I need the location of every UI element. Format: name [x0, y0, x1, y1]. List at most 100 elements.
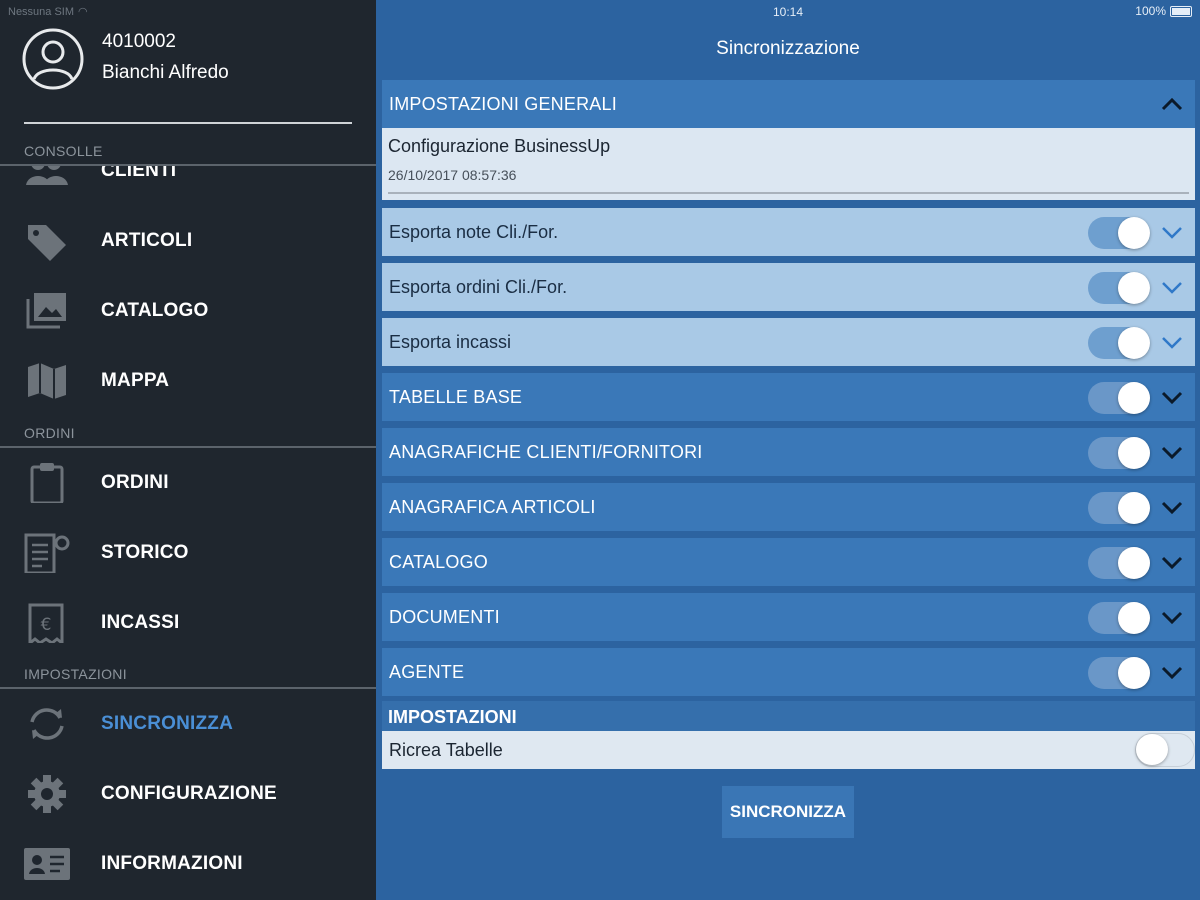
sidebar-item-sincronizza[interactable]: SINCRONIZZA	[0, 689, 376, 759]
toggle-knob	[1118, 602, 1150, 634]
section-label-ordini: ORDINI	[24, 425, 75, 441]
agente-row[interactable]: AGENTE	[382, 648, 1195, 696]
anagrafiche-clienti-row[interactable]: ANAGRAFICHE CLIENTI/FORNITORI	[382, 428, 1195, 476]
toggle-knob	[1118, 217, 1150, 249]
clipboard-icon	[30, 463, 64, 503]
profile-id: 4010002	[102, 31, 176, 52]
chevron-down-icon[interactable]	[1160, 277, 1184, 297]
page-title: Sincronizzazione	[716, 38, 860, 59]
map-icon	[28, 363, 66, 399]
sidebar-item-label: INCASSI	[101, 612, 180, 633]
row-label: Esporta note Cli./For.	[389, 222, 559, 242]
toggle-knob	[1118, 272, 1150, 304]
row-label: DOCUMENTI	[389, 607, 500, 627]
documenti-toggle[interactable]	[1088, 602, 1150, 634]
sidebar-item-mappa[interactable]: MAPPA	[0, 346, 376, 416]
consolle-menu: CLIENTI ARTICOLI CATALOGO MAPPA	[0, 166, 376, 428]
row-label: Esporta ordini Cli./For.	[389, 277, 568, 297]
sidebar-item-label: ARTICOLI	[101, 230, 193, 251]
row-label: Esporta incassi	[389, 332, 512, 352]
svg-text:€: €	[41, 615, 52, 635]
ricrea-tabelle-toggle[interactable]	[1135, 733, 1195, 767]
esporta-ordini-row[interactable]: Esporta ordini Cli./For.	[382, 263, 1195, 311]
tabelle-base-toggle[interactable]	[1088, 382, 1150, 414]
section-label: IMPOSTAZIONI GENERALI	[389, 94, 617, 114]
chevron-down-icon[interactable]	[1160, 497, 1184, 517]
esporta-note-toggle[interactable]	[1088, 217, 1150, 249]
sidebar: Nessuna SIM ◠ 4010002 Bianchi Alfredo CON…	[0, 0, 376, 900]
battery-icon	[1170, 5, 1192, 17]
profile-name: Bianchi Alfredo	[102, 62, 229, 83]
avatar[interactable]	[22, 28, 84, 90]
chevron-down-icon[interactable]	[1160, 387, 1184, 407]
anagrafiche-clienti-toggle[interactable]	[1088, 437, 1150, 469]
esporta-incassi-row[interactable]: Esporta incassi	[382, 318, 1195, 366]
toggle-knob	[1118, 437, 1150, 469]
esporta-incassi-toggle[interactable]	[1088, 327, 1150, 359]
id-card-icon	[24, 848, 70, 880]
tag-icon	[28, 225, 66, 261]
chevron-down-icon[interactable]	[1160, 607, 1184, 627]
sidebar-item-catalogo[interactable]: CATALOGO	[0, 276, 376, 346]
chevron-down-icon[interactable]	[1160, 552, 1184, 572]
sidebar-item-label: SINCRONIZZA	[101, 713, 234, 734]
chevron-down-icon[interactable]	[1160, 222, 1184, 242]
row-label: AGENTE	[389, 662, 465, 682]
toggle-knob	[1118, 327, 1150, 359]
row-label: ANAGRAFICA ARTICOLI	[389, 497, 596, 517]
agente-toggle[interactable]	[1088, 657, 1150, 689]
sidebar-item-label: INFORMAZIONI	[101, 853, 243, 874]
ricrea-tabelle-row[interactable]: Ricrea Tabelle	[382, 731, 1195, 769]
impostazioni-label: IMPOSTAZIONI	[388, 707, 517, 727]
sidebar-item-label: STORICO	[101, 542, 189, 563]
sidebar-item-storico[interactable]: STORICO	[0, 518, 376, 588]
row-label: TABELLE BASE	[389, 387, 523, 407]
row-label: ANAGRAFICHE CLIENTI/FORNITORI	[389, 442, 703, 462]
sidebar-item-label: CLIENTI	[101, 166, 177, 181]
configuration-date: 26/10/2017 08:57:36	[388, 167, 517, 183]
configuration-title: Configurazione BusinessUp	[388, 136, 611, 156]
chevron-down-icon[interactable]	[1160, 662, 1184, 682]
section-label-impostazioni: IMPOSTAZIONI	[24, 666, 127, 682]
row-label: Ricrea Tabelle	[389, 740, 503, 760]
main-panel: 10:14 100% Sincronizzazione IMPOSTAZIONI…	[376, 0, 1200, 900]
chevron-down-icon[interactable]	[1160, 442, 1184, 462]
documenti-row[interactable]: DOCUMENTI	[382, 593, 1195, 641]
general-settings-header[interactable]: IMPOSTAZIONI GENERALI	[382, 80, 1195, 128]
row-label: CATALOGO	[389, 552, 488, 572]
catalogo-row[interactable]: CATALOGO	[382, 538, 1195, 586]
anagrafica-articoli-toggle[interactable]	[1088, 492, 1150, 524]
sidebar-item-incassi[interactable]: € INCASSI	[0, 588, 376, 658]
toggle-knob	[1118, 382, 1150, 414]
status-time: 10:14	[772, 5, 804, 19]
toggle-knob	[1118, 492, 1150, 524]
configuration-card: Configurazione BusinessUp 26/10/2017 08:…	[382, 128, 1195, 200]
chevron-up-icon[interactable]	[1160, 94, 1184, 114]
section-label-consolle: CONSOLLE	[24, 143, 103, 159]
sincronizza-button[interactable]: SINCRONIZZA	[722, 786, 854, 838]
status-battery: 100%	[1135, 4, 1192, 18]
sidebar-item-configurazione[interactable]: CONFIGURAZIONE	[0, 759, 376, 829]
sidebar-item-label: ORDINI	[101, 472, 169, 493]
toggle-knob	[1118, 657, 1150, 689]
receipt-euro-icon: €	[28, 603, 64, 643]
toggle-knob	[1136, 734, 1168, 765]
toggle-knob	[1118, 547, 1150, 579]
sidebar-item-label: CATALOGO	[101, 300, 209, 321]
catalogo-toggle[interactable]	[1088, 547, 1150, 579]
esporta-ordini-toggle[interactable]	[1088, 272, 1150, 304]
clients-icon	[26, 166, 68, 185]
sidebar-item-articoli[interactable]: ARTICOLI	[0, 206, 376, 276]
anagrafica-articoli-row[interactable]: ANAGRAFICA ARTICOLI	[382, 483, 1195, 531]
sidebar-item-informazioni[interactable]: INFORMAZIONI	[0, 829, 376, 899]
sidebar-item-label: CONFIGURAZIONE	[101, 783, 277, 804]
sync-icon	[30, 708, 64, 740]
tabelle-base-row[interactable]: TABELLE BASE	[382, 373, 1195, 421]
chevron-down-icon[interactable]	[1160, 332, 1184, 352]
profile-divider	[24, 122, 352, 124]
gear-icon	[28, 775, 66, 813]
wifi-icon: ◠	[78, 6, 88, 18]
sidebar-item-ordini[interactable]: ORDINI	[0, 448, 376, 518]
sidebar-item-clienti[interactable]: CLIENTI	[0, 166, 376, 206]
esporta-note-row[interactable]: Esporta note Cli./For.	[382, 208, 1195, 256]
